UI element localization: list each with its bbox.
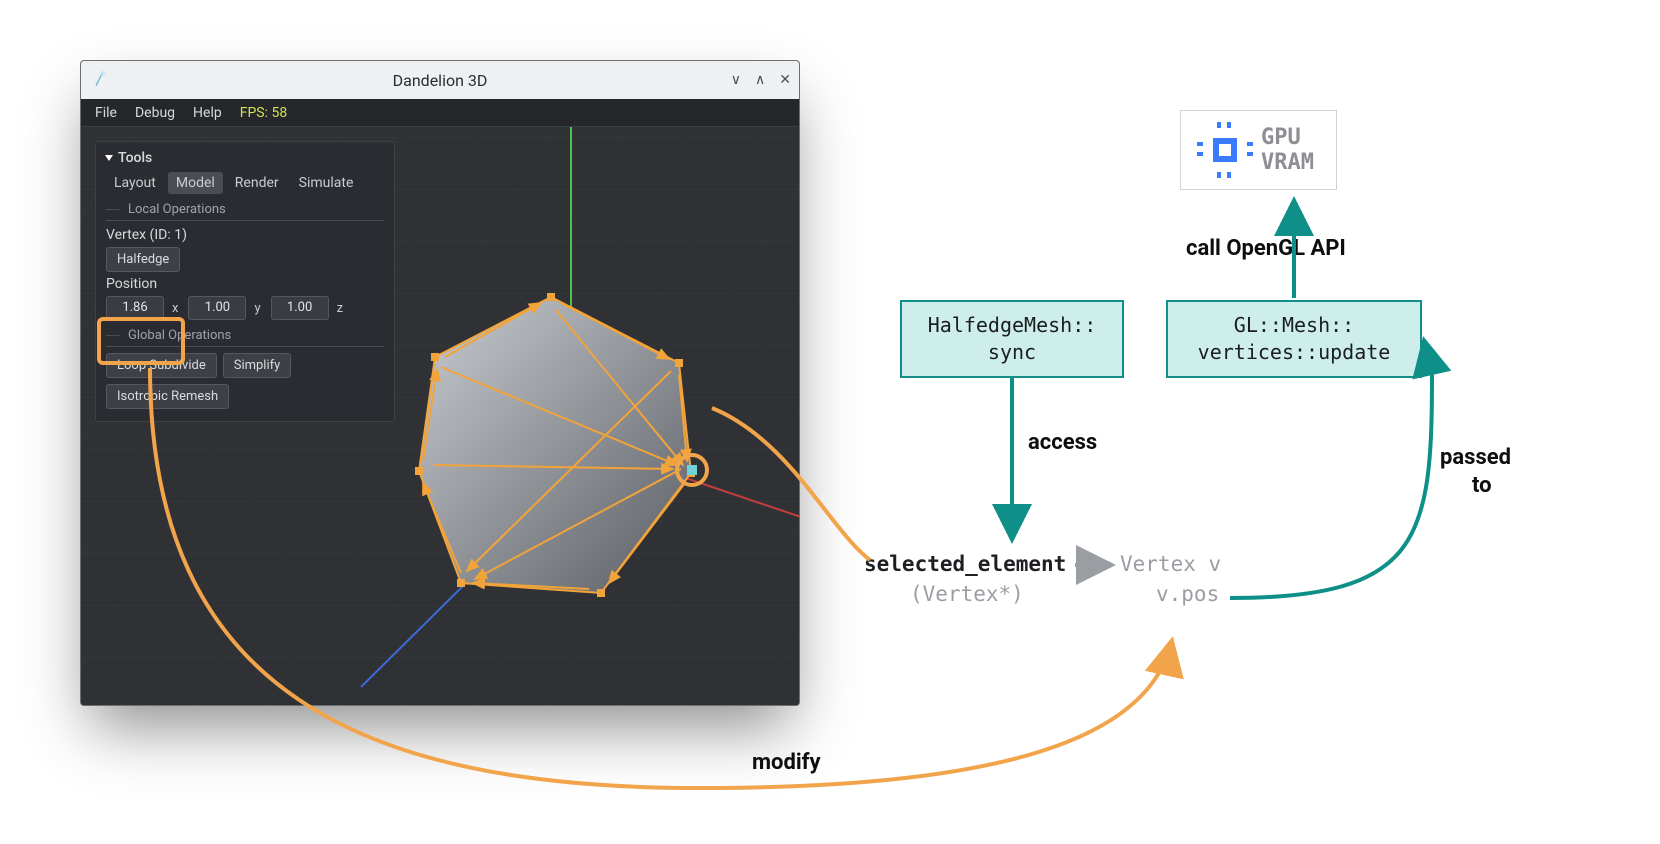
tab-layout[interactable]: Layout — [106, 172, 164, 194]
label-access: access — [1028, 430, 1097, 455]
pos-z-input[interactable]: 1.00 — [271, 296, 329, 320]
node-halfedge-sync-l2: sync — [920, 339, 1104, 366]
gpu-label-2: VRAM — [1261, 150, 1314, 175]
chip-icon — [1203, 128, 1247, 172]
pos-y-input[interactable]: 1.00 — [188, 296, 246, 320]
axis-y-label: y — [254, 301, 260, 316]
window-title: Dandelion 3D — [393, 71, 488, 90]
label-vertex-v: Vertex v — [1120, 552, 1221, 576]
menu-debug[interactable]: Debug — [135, 105, 175, 121]
menu-help[interactable]: Help — [193, 105, 222, 121]
title-bar: Dandelion 3D ∨ ∧ ✕ — [81, 61, 799, 99]
axis-z-label: z — [337, 301, 343, 316]
fps-counter: FPS: 58 — [240, 105, 287, 121]
pos-x-input[interactable]: 1.86 — [106, 296, 164, 320]
label-vertex-star: (Vertex*) — [910, 582, 1024, 606]
gpu-label-1: GPU — [1261, 125, 1314, 150]
node-gl-update-l1: GL::Mesh:: — [1186, 312, 1402, 339]
node-gl-update: GL::Mesh:: vertices::update — [1166, 300, 1422, 378]
label-passed-to-1: passed — [1440, 445, 1511, 470]
menu-file[interactable]: File — [95, 105, 117, 121]
label-selected-element: selected_element — [864, 552, 1066, 576]
menu-bar: File Debug Help FPS: 58 — [81, 99, 799, 127]
axis-x-label: x — [172, 301, 178, 316]
simplify-button[interactable]: Simplify — [223, 353, 292, 378]
viewport-3d[interactable]: Tools Layout Model Render Simulate Local… — [81, 127, 799, 706]
label-call-opengl: call OpenGL API — [1186, 236, 1346, 261]
node-gl-update-l2: vertices::update — [1186, 339, 1402, 366]
position-fields: 1.86 x 1.00 y 1.00 z — [106, 296, 384, 320]
app-logo-icon — [91, 69, 111, 89]
label-vpos: v.pos — [1156, 582, 1219, 606]
label-passed-to-2: to — [1472, 473, 1492, 498]
selected-vertex-dot — [687, 465, 697, 475]
global-ops-title: Global Operations — [106, 328, 384, 347]
node-halfedge-sync-l1: HalfedgeMesh:: — [920, 312, 1104, 339]
loop-subdivide-button[interactable]: Loop Subdivide — [106, 353, 217, 378]
tab-render[interactable]: Render — [227, 172, 287, 194]
app-window: Dandelion 3D ∨ ∧ ✕ File Debug Help FPS: … — [80, 60, 800, 706]
vertex-id-label: Vertex (ID: 1) — [106, 227, 187, 243]
label-modify: modify — [752, 750, 821, 775]
close-icon[interactable]: ✕ — [779, 72, 791, 88]
gpu-vram-box: GPU VRAM — [1180, 110, 1337, 190]
tab-simulate[interactable]: Simulate — [291, 172, 362, 194]
halfedge-button[interactable]: Halfedge — [106, 247, 180, 272]
isotropic-remesh-button[interactable]: Isotropic Remesh — [106, 384, 229, 409]
diagram: GPU VRAM HalfedgeMesh:: sync GL::Mesh:: … — [800, 0, 1660, 844]
node-halfedge-sync: HalfedgeMesh:: sync — [900, 300, 1124, 378]
tools-panel: Tools Layout Model Render Simulate Local… — [95, 141, 395, 422]
tools-tabs: Layout Model Render Simulate — [106, 172, 384, 194]
minimize-icon[interactable]: ∨ — [731, 72, 741, 88]
maximize-icon[interactable]: ∧ — [755, 72, 765, 88]
local-ops-title: Local Operations — [106, 202, 384, 221]
collapse-icon[interactable] — [105, 155, 113, 161]
position-label: Position — [106, 276, 164, 292]
tab-model[interactable]: Model — [168, 172, 223, 194]
tools-title: Tools — [118, 150, 152, 166]
tools-header[interactable]: Tools — [106, 150, 384, 166]
